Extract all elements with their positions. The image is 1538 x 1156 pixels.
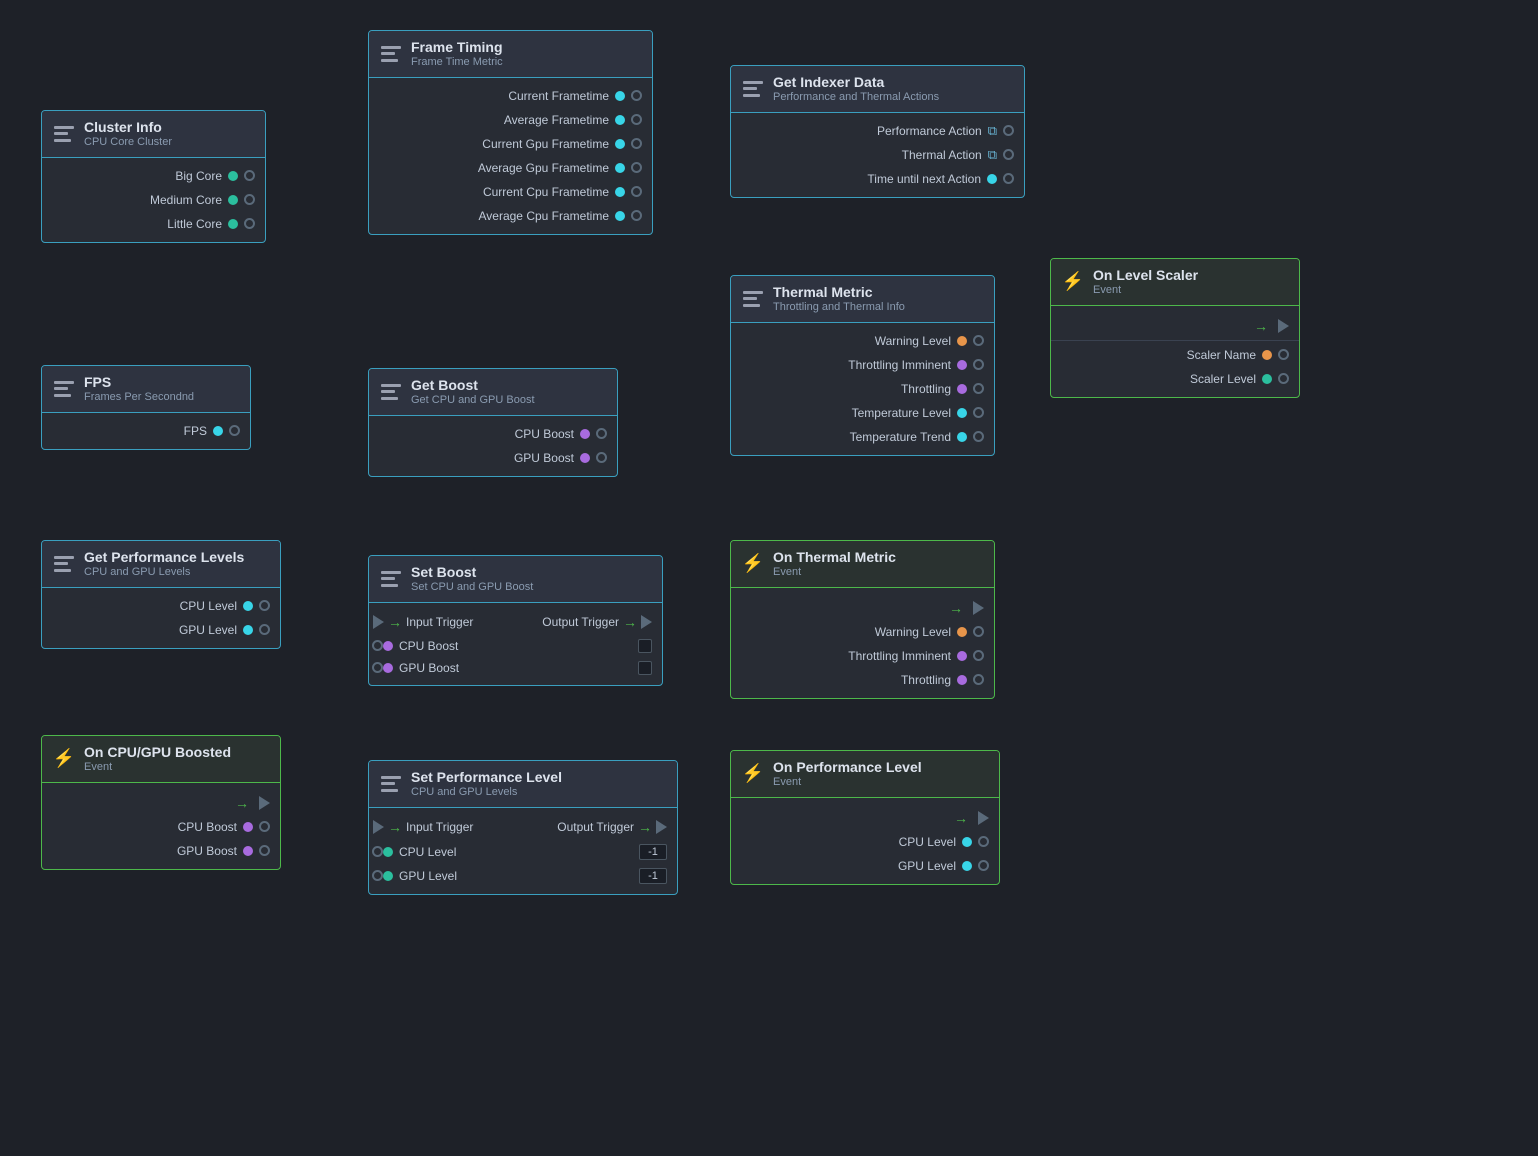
get-indexer-data-title: Get Indexer Data — [773, 74, 939, 91]
on-thermal-metric-title: On Thermal Metric — [773, 549, 896, 566]
cpu-level-input[interactable] — [639, 844, 667, 860]
copy-icon-thermal: ⧉ — [988, 147, 997, 163]
thermal-metric-node: Thermal Metric Throttling and Thermal In… — [730, 275, 995, 456]
on-thermal-metric-node: ⚡ On Thermal Metric Event → Warning Leve… — [730, 540, 995, 699]
cluster-info-title: Cluster Info — [84, 119, 172, 136]
thermal-metric-icon — [741, 289, 765, 309]
fps-icon — [52, 379, 76, 399]
cluster-info-subtitle: CPU Core Cluster — [84, 136, 172, 149]
set-perf-level-subtitle: CPU and GPU Levels — [411, 786, 562, 799]
get-boost-icon — [379, 382, 403, 402]
get-perf-levels-subtitle: CPU and GPU Levels — [84, 566, 244, 579]
on-thermal-metric-header: ⚡ On Thermal Metric Event — [731, 541, 994, 588]
get-perf-levels-title: Get Performance Levels — [84, 549, 244, 566]
get-perf-levels-header: Get Performance Levels CPU and GPU Level… — [42, 541, 280, 588]
get-indexer-data-node: Get Indexer Data Performance and Thermal… — [730, 65, 1025, 198]
get-boost-title: Get Boost — [411, 377, 535, 394]
on-level-scaler-node: ⚡ On Level Scaler Event → Scaler Name Sc… — [1050, 258, 1300, 398]
gpu-level-input[interactable] — [639, 868, 667, 884]
on-level-scaler-subtitle: Event — [1093, 284, 1198, 297]
set-perf-level-header: Set Performance Level CPU and GPU Levels — [369, 761, 677, 808]
get-indexer-data-icon — [741, 79, 765, 99]
on-performance-level-node: ⚡ On Performance Level Event → CPU Level… — [730, 750, 1000, 885]
thermal-metric-subtitle: Throttling and Thermal Info — [773, 301, 905, 314]
set-boost-icon — [379, 569, 403, 589]
on-cpu-gpu-boosted-subtitle: Event — [84, 761, 231, 774]
fps-header: FPS Frames Per Secondnd — [42, 366, 250, 413]
copy-icon-perf: ⧉ — [988, 123, 997, 139]
cluster-info-node: Cluster Info CPU Core Cluster Big Core M… — [41, 110, 266, 243]
get-boost-header: Get Boost Get CPU and GPU Boost — [369, 369, 617, 416]
frame-timing-title: Frame Timing — [411, 39, 503, 56]
on-cpu-gpu-boosted-icon: ⚡ — [52, 749, 76, 769]
on-performance-level-icon: ⚡ — [741, 764, 765, 784]
on-cpu-gpu-boosted-header: ⚡ On CPU/GPU Boosted Event — [42, 736, 280, 783]
on-thermal-metric-subtitle: Event — [773, 566, 896, 579]
frame-timing-node: Frame Timing Frame Time Metric Current F… — [368, 30, 653, 235]
get-indexer-data-subtitle: Performance and Thermal Actions — [773, 91, 939, 104]
on-thermal-metric-icon: ⚡ — [741, 554, 765, 574]
on-level-scaler-icon: ⚡ — [1061, 272, 1085, 292]
set-boost-node: Set Boost Set CPU and GPU Boost → Input … — [368, 555, 663, 686]
thermal-metric-title: Thermal Metric — [773, 284, 905, 301]
on-performance-level-header: ⚡ On Performance Level Event — [731, 751, 999, 798]
on-level-scaler-title: On Level Scaler — [1093, 267, 1198, 284]
set-boost-header: Set Boost Set CPU and GPU Boost — [369, 556, 662, 603]
get-boost-subtitle: Get CPU and GPU Boost — [411, 394, 535, 407]
get-performance-levels-node: Get Performance Levels CPU and GPU Level… — [41, 540, 281, 649]
fps-subtitle: Frames Per Secondnd — [84, 391, 194, 404]
thermal-metric-header: Thermal Metric Throttling and Thermal In… — [731, 276, 994, 323]
get-perf-levels-icon — [52, 554, 76, 574]
cluster-info-header: Cluster Info CPU Core Cluster — [42, 111, 265, 158]
on-performance-level-title: On Performance Level — [773, 759, 922, 776]
frame-timing-icon — [379, 44, 403, 64]
fps-title: FPS — [84, 374, 194, 391]
on-cpu-gpu-boosted-node: ⚡ On CPU/GPU Boosted Event → CPU Boost G… — [41, 735, 281, 870]
set-boost-subtitle: Set CPU and GPU Boost — [411, 581, 533, 594]
on-cpu-gpu-boosted-title: On CPU/GPU Boosted — [84, 744, 231, 761]
on-level-scaler-header: ⚡ On Level Scaler Event — [1051, 259, 1299, 306]
set-perf-level-icon — [379, 774, 403, 794]
set-perf-level-title: Set Performance Level — [411, 769, 562, 786]
cluster-info-icon — [52, 124, 76, 144]
node-canvas: Cluster Info CPU Core Cluster Big Core M… — [0, 0, 1538, 1156]
on-performance-level-subtitle: Event — [773, 776, 922, 789]
get-boost-node: Get Boost Get CPU and GPU Boost CPU Boos… — [368, 368, 618, 477]
get-indexer-data-header: Get Indexer Data Performance and Thermal… — [731, 66, 1024, 113]
frame-timing-subtitle: Frame Time Metric — [411, 56, 503, 69]
set-performance-level-node: Set Performance Level CPU and GPU Levels… — [368, 760, 678, 895]
frame-timing-header: Frame Timing Frame Time Metric — [369, 31, 652, 78]
fps-node: FPS Frames Per Secondnd FPS — [41, 365, 251, 450]
set-boost-title: Set Boost — [411, 564, 533, 581]
